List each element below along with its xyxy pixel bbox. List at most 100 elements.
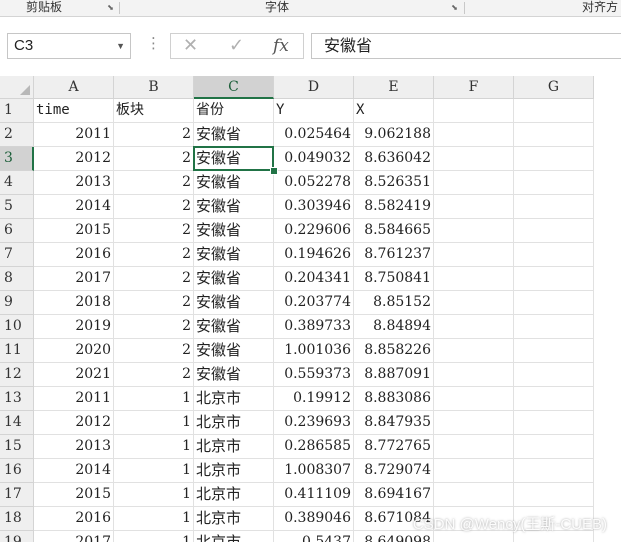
column-header-c[interactable]: C	[194, 76, 274, 99]
cell-b16[interactable]: 1	[114, 459, 194, 483]
cell-f12[interactable]	[434, 363, 514, 387]
cell-d9[interactable]: 0.203774	[274, 291, 354, 315]
cell-e3[interactable]: 8.636042	[354, 147, 434, 171]
cell-d12[interactable]: 0.559373	[274, 363, 354, 387]
row-header[interactable]: 5	[0, 195, 34, 219]
cell-g4[interactable]	[514, 171, 594, 195]
row-header[interactable]: 11	[0, 339, 34, 363]
cell-b5[interactable]: 2	[114, 195, 194, 219]
cell-d6[interactable]: 0.229606	[274, 219, 354, 243]
cell-a4[interactable]: 2013	[34, 171, 114, 195]
cell-g6[interactable]	[514, 219, 594, 243]
fill-handle[interactable]	[270, 167, 278, 175]
cell-b17[interactable]: 1	[114, 483, 194, 507]
cell-b1[interactable]: 板块	[114, 99, 194, 123]
cell-b9[interactable]: 2	[114, 291, 194, 315]
cell-e2[interactable]: 9.062188	[354, 123, 434, 147]
row-header[interactable]: 19	[0, 531, 34, 542]
row-header[interactable]: 4	[0, 171, 34, 195]
select-all-corner[interactable]	[0, 76, 34, 99]
cell-c3[interactable]: 安徽省	[194, 147, 274, 171]
cell-c10[interactable]: 安徽省	[194, 315, 274, 339]
cell-f9[interactable]	[434, 291, 514, 315]
cell-c16[interactable]: 北京市	[194, 459, 274, 483]
cell-g16[interactable]	[514, 459, 594, 483]
cell-a8[interactable]: 2017	[34, 267, 114, 291]
cell-e11[interactable]: 8.858226	[354, 339, 434, 363]
cell-e6[interactable]: 8.584665	[354, 219, 434, 243]
cell-f14[interactable]	[434, 411, 514, 435]
row-header[interactable]: 16	[0, 459, 34, 483]
cell-b14[interactable]: 1	[114, 411, 194, 435]
cell-e14[interactable]: 8.847935	[354, 411, 434, 435]
cell-a18[interactable]: 2016	[34, 507, 114, 531]
cell-g5[interactable]	[514, 195, 594, 219]
cell-f16[interactable]	[434, 459, 514, 483]
cell-c2[interactable]: 安徽省	[194, 123, 274, 147]
confirm-icon[interactable]: ✓	[229, 36, 244, 56]
cell-c14[interactable]: 北京市	[194, 411, 274, 435]
cell-b6[interactable]: 2	[114, 219, 194, 243]
cell-c12[interactable]: 安徽省	[194, 363, 274, 387]
cell-a7[interactable]: 2016	[34, 243, 114, 267]
cell-c1[interactable]: 省份	[194, 99, 274, 123]
row-header[interactable]: 18	[0, 507, 34, 531]
insert-function-icon[interactable]: fx	[273, 36, 289, 56]
row-header[interactable]: 6	[0, 219, 34, 243]
cell-f2[interactable]	[434, 123, 514, 147]
row-header[interactable]: 14	[0, 411, 34, 435]
row-header[interactable]: 13	[0, 387, 34, 411]
row-header[interactable]: 8	[0, 267, 34, 291]
cell-g13[interactable]	[514, 387, 594, 411]
cell-g17[interactable]	[514, 483, 594, 507]
chevron-down-icon[interactable]: ▼	[116, 34, 125, 58]
cell-f15[interactable]	[434, 435, 514, 459]
cell-d2[interactable]: 0.025464	[274, 123, 354, 147]
cell-a6[interactable]: 2015	[34, 219, 114, 243]
cell-g8[interactable]	[514, 267, 594, 291]
cell-f17[interactable]	[434, 483, 514, 507]
cell-d17[interactable]: 0.411109	[274, 483, 354, 507]
cell-c9[interactable]: 安徽省	[194, 291, 274, 315]
column-header-a[interactable]: A	[34, 76, 114, 99]
cell-a15[interactable]: 2013	[34, 435, 114, 459]
cell-f6[interactable]	[434, 219, 514, 243]
cell-c7[interactable]: 安徽省	[194, 243, 274, 267]
cell-a3[interactable]: 2012	[34, 147, 114, 171]
row-header[interactable]: 1	[0, 99, 34, 123]
cell-e16[interactable]: 8.729074	[354, 459, 434, 483]
cell-c6[interactable]: 安徽省	[194, 219, 274, 243]
cell-g9[interactable]	[514, 291, 594, 315]
cell-c8[interactable]: 安徽省	[194, 267, 274, 291]
cell-e15[interactable]: 8.772765	[354, 435, 434, 459]
cell-f11[interactable]	[434, 339, 514, 363]
cell-b3[interactable]: 2	[114, 147, 194, 171]
row-header[interactable]: 10	[0, 315, 34, 339]
cell-b11[interactable]: 2	[114, 339, 194, 363]
row-header[interactable]: 17	[0, 483, 34, 507]
cell-f5[interactable]	[434, 195, 514, 219]
cell-f8[interactable]	[434, 267, 514, 291]
cell-g3[interactable]	[514, 147, 594, 171]
cell-e8[interactable]: 8.750841	[354, 267, 434, 291]
cell-b2[interactable]: 2	[114, 123, 194, 147]
cell-b13[interactable]: 1	[114, 387, 194, 411]
cell-e12[interactable]: 8.887091	[354, 363, 434, 387]
cell-a2[interactable]: 2011	[34, 123, 114, 147]
cell-a12[interactable]: 2021	[34, 363, 114, 387]
cell-d14[interactable]: 0.239693	[274, 411, 354, 435]
cell-b12[interactable]: 2	[114, 363, 194, 387]
cell-b7[interactable]: 2	[114, 243, 194, 267]
cell-f1[interactable]	[434, 99, 514, 123]
row-header[interactable]: 15	[0, 435, 34, 459]
cell-a13[interactable]: 2011	[34, 387, 114, 411]
cell-c5[interactable]: 安徽省	[194, 195, 274, 219]
cell-a17[interactable]: 2015	[34, 483, 114, 507]
cell-d11[interactable]: 1.001036	[274, 339, 354, 363]
cell-b18[interactable]: 1	[114, 507, 194, 531]
row-header[interactable]: 9	[0, 291, 34, 315]
cell-c13[interactable]: 北京市	[194, 387, 274, 411]
cell-e9[interactable]: 8.85152	[354, 291, 434, 315]
cell-f10[interactable]	[434, 315, 514, 339]
cell-a10[interactable]: 2019	[34, 315, 114, 339]
